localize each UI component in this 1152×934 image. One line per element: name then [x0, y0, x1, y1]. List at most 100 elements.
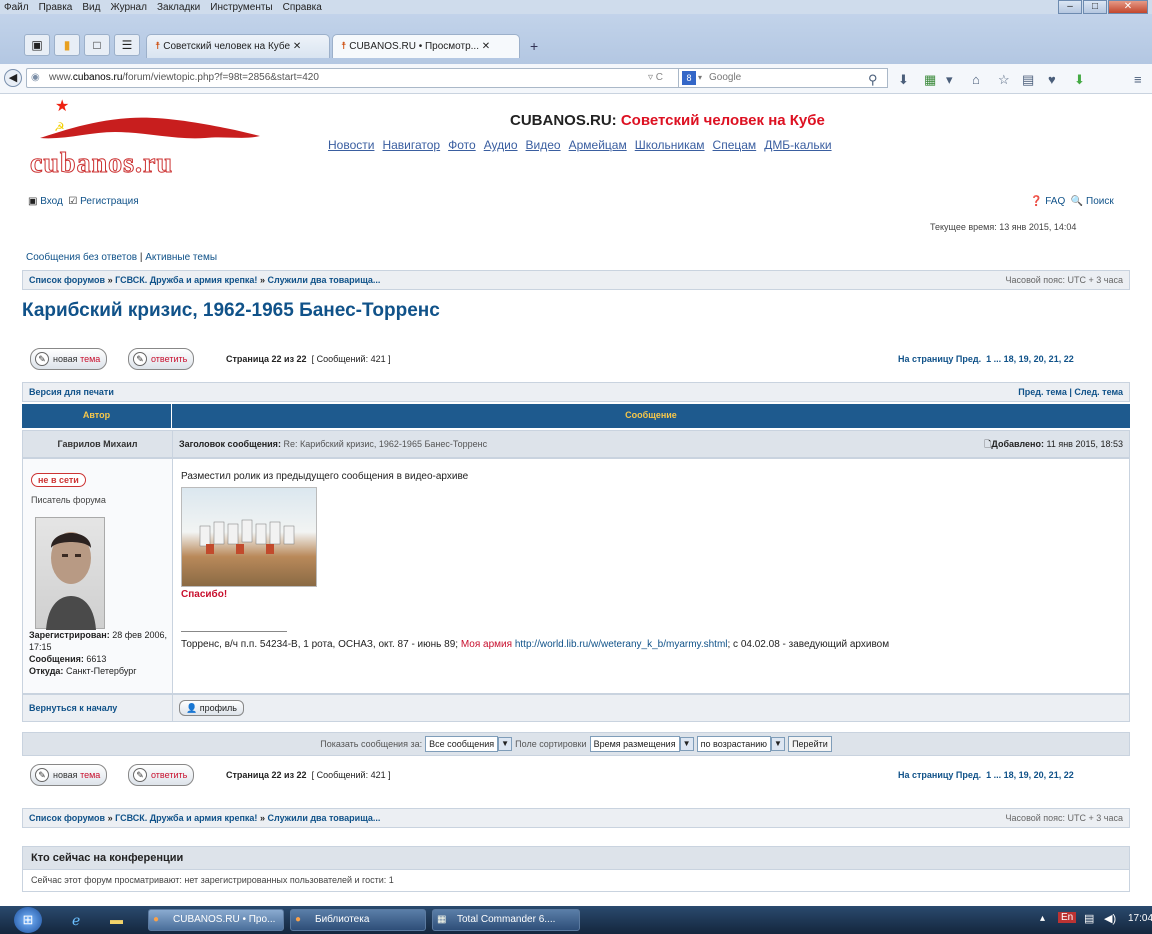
new-topic-button[interactable]: ✎ новая тема — [30, 764, 108, 786]
tab-cubanos[interactable]: ☨ CUBANOS.RU • Просмотр... ✕ — [332, 34, 520, 58]
pinned-tab-icon[interactable]: □ — [84, 34, 110, 56]
clipboard-icon[interactable]: ▤ — [1022, 72, 1034, 88]
topic-title[interactable]: Карибский кризис, 1962-1965 Банес-Торрен… — [22, 300, 440, 322]
taskbar-item-cubanos[interactable]: ● CUBANOS.RU • Про... — [148, 909, 284, 931]
download-icon[interactable]: ⬇ — [898, 72, 909, 88]
taskbar-item-library[interactable]: ● Библиотека — [290, 909, 426, 931]
windows-taskbar: ⊞ ℯ ▬ ● CUBANOS.RU • Про... ● Библиотека ▦… — [0, 906, 1152, 934]
signature-divider — [181, 631, 287, 632]
page-info-label: Страница 22 из 22 — [226, 770, 307, 780]
breadcrumb-item[interactable]: Список форумов — [29, 813, 105, 823]
pagination-pages[interactable]: 1 ... 18, 19, 20, 21, 22 — [986, 354, 1074, 364]
signature-link-label[interactable]: Моя армия — [461, 639, 512, 650]
profile-button[interactable]: 👤 профиль — [179, 700, 244, 716]
breadcrumb-item[interactable]: Список форумов — [29, 275, 105, 285]
tab-soviet-man[interactable]: ☨ Советский человек на Кубе ✕ — [146, 34, 330, 58]
reply-button[interactable]: ✎ ответить — [128, 764, 195, 786]
home-icon[interactable]: ⌂ — [972, 72, 980, 87]
site-logo[interactable]: cubanos.ru — [29, 148, 173, 180]
google-icon: 8 — [682, 71, 696, 85]
chevron-down-icon[interactable]: ▼ — [498, 737, 513, 752]
post-subject-cell: Заголовок сообщения: Re: Карибский кризи… — [173, 431, 1129, 457]
nav-students[interactable]: Школьникам — [635, 138, 705, 152]
breadcrumb-item[interactable]: ГСВСК. Дружба и армия крепка! — [115, 275, 257, 285]
nav-video[interactable]: Видео — [526, 138, 561, 152]
pagination-pages[interactable]: 1 ... 18, 19, 20, 21, 22 — [986, 770, 1074, 780]
pagination-label[interactable]: На страницу Пред. — [898, 770, 981, 780]
menu-icon[interactable]: ≡ — [1134, 72, 1142, 87]
new-tab-button[interactable]: + — [530, 38, 538, 54]
download-arrow-icon[interactable]: ⬇ — [1074, 72, 1085, 88]
post-author[interactable]: Гаврилов Михаил — [23, 431, 173, 457]
explorer-icon[interactable]: ▬ — [110, 912, 123, 927]
ie-icon[interactable]: ℯ — [72, 912, 80, 929]
show-select[interactable]: Все сообщения — [425, 736, 499, 753]
taskbar-item-total-commander[interactable]: ▦ Total Commander 6.... — [432, 909, 580, 931]
url-path: /forum/viewtopic.php?f=98t=2856&start=42… — [122, 72, 319, 83]
sort-select[interactable]: Время размещения — [589, 736, 680, 753]
network-icon[interactable]: ▤ — [1084, 912, 1094, 925]
active-topics-link[interactable]: Активные темы — [145, 252, 217, 263]
start-button-icon[interactable]: ⊞ — [14, 907, 42, 933]
nav-navigator[interactable]: Навигатор — [382, 138, 440, 152]
nav-dmb[interactable]: ДМБ-кальки — [764, 138, 831, 152]
register-link[interactable]: Регистрация — [80, 196, 138, 207]
pagination-label[interactable]: На страницу Пред. — [898, 354, 981, 364]
breadcrumb-item[interactable]: Служили два товарища... — [267, 275, 380, 285]
breadcrumb-item[interactable]: ГСВСК. Дружба и армия крепка! — [115, 813, 257, 823]
new-topic-button[interactable]: ✎ новая тема — [30, 348, 108, 370]
nav-news[interactable]: Новости — [328, 138, 374, 152]
menu-history[interactable]: Журнал — [110, 2, 147, 13]
nav-specialists[interactable]: Спецам — [713, 138, 757, 152]
page-info-label: Страница 22 из 22 — [226, 354, 307, 364]
reload-icon[interactable]: ▿ C — [648, 72, 663, 83]
tab-label: CUBANOS.RU • Просмотр... — [349, 41, 479, 52]
nav-audio[interactable]: Аудио — [484, 138, 518, 152]
search-icon[interactable]: ⚲ — [868, 72, 878, 88]
search-link[interactable]: Поиск — [1086, 196, 1114, 207]
minimize-button[interactable]: – — [1058, 0, 1082, 14]
cuba-map-logo — [40, 117, 260, 139]
addon-icon[interactable]: ▦ — [924, 72, 936, 88]
go-button[interactable]: Перейти — [788, 736, 832, 753]
menu-bookmarks[interactable]: Закладки — [157, 2, 200, 13]
star-icon[interactable]: ☆ — [998, 72, 1010, 88]
print-link[interactable]: Версия для печати — [29, 387, 114, 397]
close-button[interactable]: ✕ — [1108, 0, 1148, 14]
pinned-tab-icon[interactable]: ▣ — [24, 34, 50, 56]
chevron-down-icon[interactable]: ▾ — [946, 72, 953, 88]
tray-arrow-icon[interactable]: ▴ — [1040, 913, 1045, 924]
chevron-down-icon[interactable]: ▼ — [679, 737, 694, 752]
pinned-tab-icon[interactable]: ▮ — [54, 34, 80, 56]
chevron-down-icon[interactable]: ▼ — [771, 737, 786, 752]
faq-link[interactable]: FAQ — [1045, 196, 1065, 207]
back-to-top-link[interactable]: Вернуться к началу — [29, 703, 117, 713]
clock[interactable]: 17:04 — [1128, 913, 1152, 924]
pinned-tab-icon[interactable]: ☰ — [114, 34, 140, 56]
volume-icon[interactable]: ◀) — [1104, 912, 1116, 925]
back-arrow-icon[interactable]: ◀ — [4, 69, 22, 87]
language-indicator[interactable]: En — [1058, 912, 1077, 923]
new-topic-label-accent: тема — [80, 354, 101, 364]
order-select[interactable]: по возрастанию — [696, 736, 772, 753]
nav-army[interactable]: Армейцам — [569, 138, 627, 152]
video-thumbnail[interactable] — [181, 487, 317, 587]
unanswered-link[interactable]: Сообщения без ответов — [26, 252, 137, 263]
faq-icon: ❓ — [1030, 196, 1043, 207]
signature-url[interactable]: http://world.lib.ru/w/weterany_k_b/myarm… — [515, 639, 728, 650]
reply-button[interactable]: ✎ ответить — [128, 348, 195, 370]
maximize-button[interactable]: □ — [1083, 0, 1107, 14]
menu-tools[interactable]: Инструменты — [210, 2, 272, 13]
userbar-left: ▣ Вход ☑ Регистрация — [28, 196, 139, 207]
quick-links: Сообщения без ответов | Активные темы — [26, 252, 217, 263]
menu-file[interactable]: Файл — [4, 2, 29, 13]
prev-next-topic[interactable]: Пред. тема | След. тема — [1018, 383, 1123, 401]
breadcrumb-item[interactable]: Служили два товарища... — [267, 813, 380, 823]
menu-view[interactable]: Вид — [82, 2, 100, 13]
pocket-icon[interactable]: ♥ — [1048, 72, 1056, 87]
nav-photo[interactable]: Фото — [448, 138, 476, 152]
login-link[interactable]: Вход — [40, 196, 63, 207]
menu-edit[interactable]: Правка — [39, 2, 73, 13]
search-field[interactable]: 8 ▾ Google — [678, 68, 888, 88]
menu-help[interactable]: Справка — [283, 2, 322, 13]
